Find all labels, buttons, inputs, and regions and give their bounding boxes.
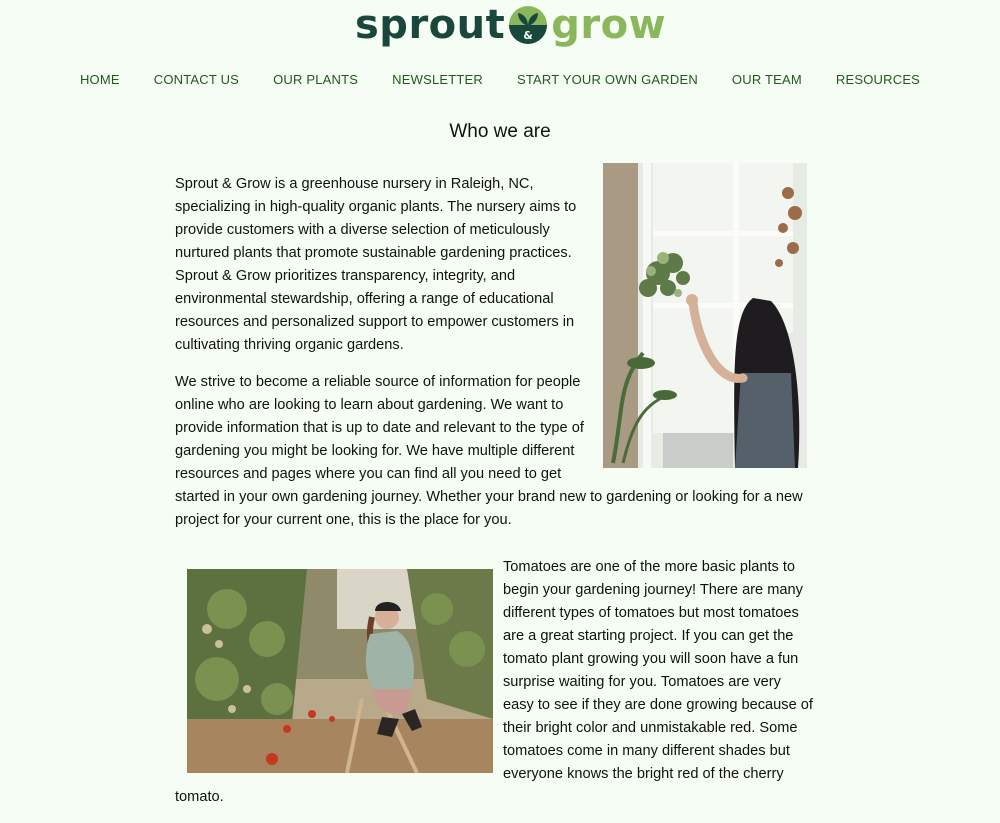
nav-our-team[interactable]: OUR TEAM [732,71,802,89]
sprout-ampersand-icon: & [508,5,548,45]
logo-word-sprout: sprout [355,2,506,48]
main-nav: HOME CONTACT US OUR PLANTS NEWSLETTER ST… [0,71,1000,89]
nav-home[interactable]: HOME [80,71,120,89]
nav-resources[interactable]: RESOURCES [836,71,920,89]
nav-our-plants[interactable]: OUR PLANTS [273,71,358,89]
logo-word-grow: grow [551,2,667,48]
nav-contact-us[interactable]: CONTACT US [154,71,239,89]
main-content: Sprout & Grow is a greenhouse nursery in… [175,163,815,823]
site-logo[interactable]: sprout & grow [355,0,666,50]
page-title: Who we are [449,121,551,142]
nav-start-your-own-garden[interactable]: START YOUR OWN GARDEN [517,71,698,89]
nav-newsletter[interactable]: NEWSLETTER [392,71,483,89]
svg-text:&: & [523,29,533,42]
woman-hanging-plants-photo [603,163,807,468]
woman-tomato-garden-photo [187,569,493,773]
